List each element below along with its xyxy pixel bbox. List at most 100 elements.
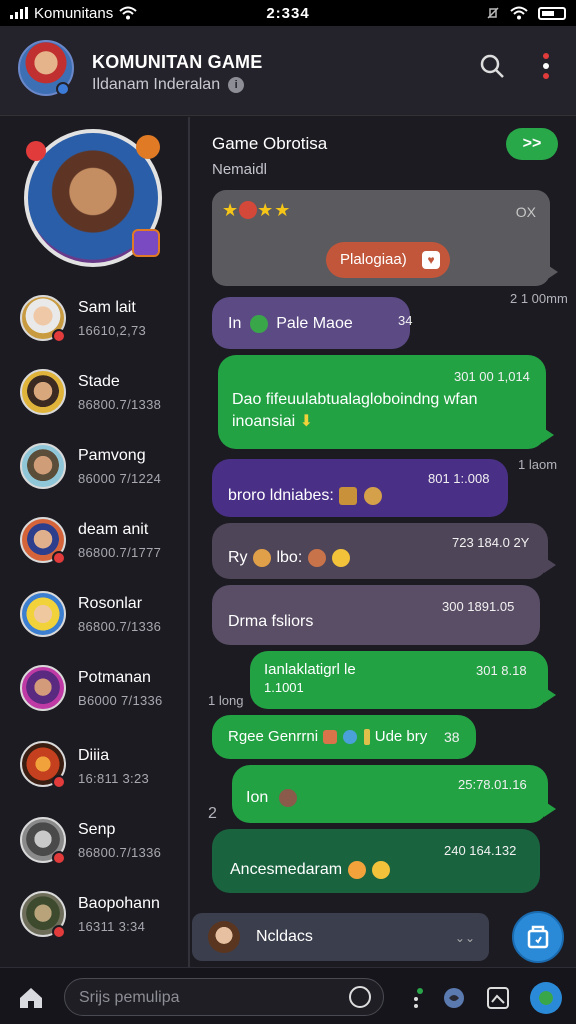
emoji-icon (278, 789, 297, 807)
gallery-icon[interactable] (486, 986, 510, 1010)
reply-strip: Ncldacs ⌄⌄ (192, 911, 576, 967)
pinned-pill-label: Plalogiaa) (340, 251, 407, 268)
emoji-icon (363, 487, 382, 505)
message-time: 300 1891.05 (442, 599, 515, 614)
contact-item[interactable]: Baopohann 16311 3:34 (0, 883, 190, 957)
contact-item[interactable]: deam anit 86800.7/1777 (0, 509, 190, 583)
pinned-action-pill[interactable]: Plalogiaa) ♥ (326, 242, 450, 278)
message-content: broro ldniabes: (228, 487, 383, 505)
wifi-icon-right (510, 6, 528, 20)
message-content: Ancesmedaram (230, 861, 391, 879)
message-bubble[interactable]: 300 1891.05 Drma fsliors (212, 585, 540, 645)
emoji-icon (347, 861, 366, 879)
unread-badge (52, 551, 66, 565)
contact-list: Sam lait 16610,2,73 Stade 86800.7/1338 P… (0, 287, 190, 957)
emoji-icon (249, 315, 268, 333)
app-header: KOMUNITAN GAME Ildanam Inderalan i (0, 26, 576, 116)
fire-badge-icon (136, 135, 160, 159)
message-bubble[interactable]: 301 00 1,014 Dao fifeuulabtualagloboindn… (218, 355, 554, 449)
contact-item[interactable]: Stade 86800.7/1338 (0, 361, 190, 435)
message-bubble[interactable]: 25:78.01.16 Ion (232, 765, 556, 823)
contact-time: 16311 3:34 (78, 919, 146, 934)
rotation-lock-icon (487, 7, 499, 19)
battery-icon (538, 6, 566, 20)
chat-title: Game Obrotisa (212, 134, 328, 153)
emoji-icon (363, 729, 370, 746)
bottom-bar (0, 967, 576, 1024)
time-label: 1 long (208, 693, 244, 708)
message-bubble[interactable]: 240 164.132 Ancesmedaram (212, 829, 540, 893)
contact-avatar (20, 443, 66, 489)
sticker-icon[interactable] (442, 986, 466, 1010)
message-time: 240 164.132 (444, 843, 517, 858)
mic-icon[interactable] (406, 986, 430, 1010)
message-text: Ianlaklatigrl le (264, 661, 356, 678)
message-time: 301 8.18 (476, 663, 527, 678)
contacts-sidebar: Sam lait 16610,2,73 Stade 86800.7/1338 P… (0, 117, 190, 967)
contact-name: Senp (78, 821, 116, 838)
message-time: 34 (398, 313, 413, 328)
message-bubble[interactable]: 801 1:.008 broro ldniabes: (212, 459, 508, 517)
contact-name: Baopohann (78, 895, 160, 912)
emoji-icon (339, 487, 358, 505)
contact-item[interactable]: Pamvong 86000 7/1224 (0, 435, 190, 509)
message-bubble[interactable]: 301 8.18 Ianlaklatigrl le 1.1001 (250, 651, 556, 709)
contact-item[interactable]: Sam lait 16610,2,73 (0, 287, 190, 361)
group-subtitle: Ildanam Inderalan i (92, 76, 245, 94)
unread-badge (52, 775, 66, 789)
contact-time: 86000 7/1224 (78, 471, 162, 486)
contact-item[interactable]: Senp 86800.7/1336 (0, 809, 190, 883)
contact-item[interactable]: Potmanan B6000 7/1336 (0, 657, 190, 731)
time-label: 1 laom (518, 457, 558, 472)
contact-time: B6000 7/1336 (78, 693, 163, 708)
contact-name: Potmanan (78, 669, 151, 686)
message-bubble[interactable]: Rgee Genrrni Ude bry 38 (212, 715, 476, 759)
contact-time: 86800.7/1336 (78, 845, 162, 860)
emoji-icon (253, 549, 272, 567)
search-icon[interactable] (478, 52, 506, 80)
arrow-down-icon: ⬇ (299, 413, 314, 430)
contact-item[interactable]: Diiia 16:811 3:23 (0, 731, 190, 809)
message-content: Ianlaklatigrl le 1.1001 (264, 661, 356, 697)
message-text: Drma fsliors (228, 613, 314, 630)
reply-text: Ncldacs (256, 928, 313, 945)
message-time: 38 (444, 729, 460, 745)
message-bubble[interactable]: 723 184.0 2Y Ry lbo: (212, 523, 556, 579)
unread-badge (52, 851, 66, 865)
forward-button[interactable]: >> (506, 128, 558, 160)
time-label: 2 (208, 805, 217, 822)
contact-name: Diiia (78, 747, 110, 764)
unread-badge (52, 329, 66, 343)
message-text: Rgee Genrrni (228, 728, 319, 745)
contact-name: deam anit (78, 521, 149, 538)
emoji-icon (307, 549, 326, 567)
heart-icon: ♥ (422, 251, 440, 269)
message-bubble[interactable]: In Pale Maoe 34 (212, 297, 413, 349)
message-time: 801 1:.008 (428, 471, 490, 486)
compose-fab[interactable] (512, 911, 564, 963)
message-input[interactable] (79, 987, 349, 1009)
home-icon[interactable] (18, 986, 44, 1010)
message-input-wrapper (64, 978, 384, 1016)
contact-time: 86800.7/1336 (78, 619, 162, 634)
contact-name: Sam lait (78, 299, 136, 316)
message-text: Ancesmedaram (230, 861, 343, 879)
chat-subtitle: Nemaidl (212, 161, 268, 178)
contact-name: Pamvong (78, 447, 146, 464)
info-icon[interactable]: i (228, 77, 245, 93)
more-options-icon[interactable] (534, 50, 558, 82)
reply-preview[interactable]: Ncldacs ⌄⌄ (192, 913, 489, 961)
pinned-close-button[interactable]: OX (516, 204, 536, 220)
smile-icon[interactable] (349, 986, 371, 1008)
message-content: Dao fifeuulabtualagloboindng wfan inoans… (232, 389, 522, 433)
chat-panel: Game Obrotisa Nemaidl >> ★ ★★ OX Plalogia… (192, 117, 576, 967)
profile-avatar[interactable] (530, 982, 562, 1014)
contact-item[interactable]: Rosonlar 86800.7/1336 (0, 583, 190, 657)
chevron-down-icon[interactable]: ⌄⌄ (455, 931, 475, 945)
contact-avatar (20, 591, 66, 637)
message-content: Ion (246, 789, 298, 807)
group-subtitle-text: Ildanam Inderalan (92, 76, 221, 93)
message-text-2: Pale Maoe (276, 315, 353, 333)
pinned-message[interactable]: ★ ★★ OX Plalogiaa) ♥ (212, 190, 558, 286)
emoji-icon (323, 730, 338, 745)
